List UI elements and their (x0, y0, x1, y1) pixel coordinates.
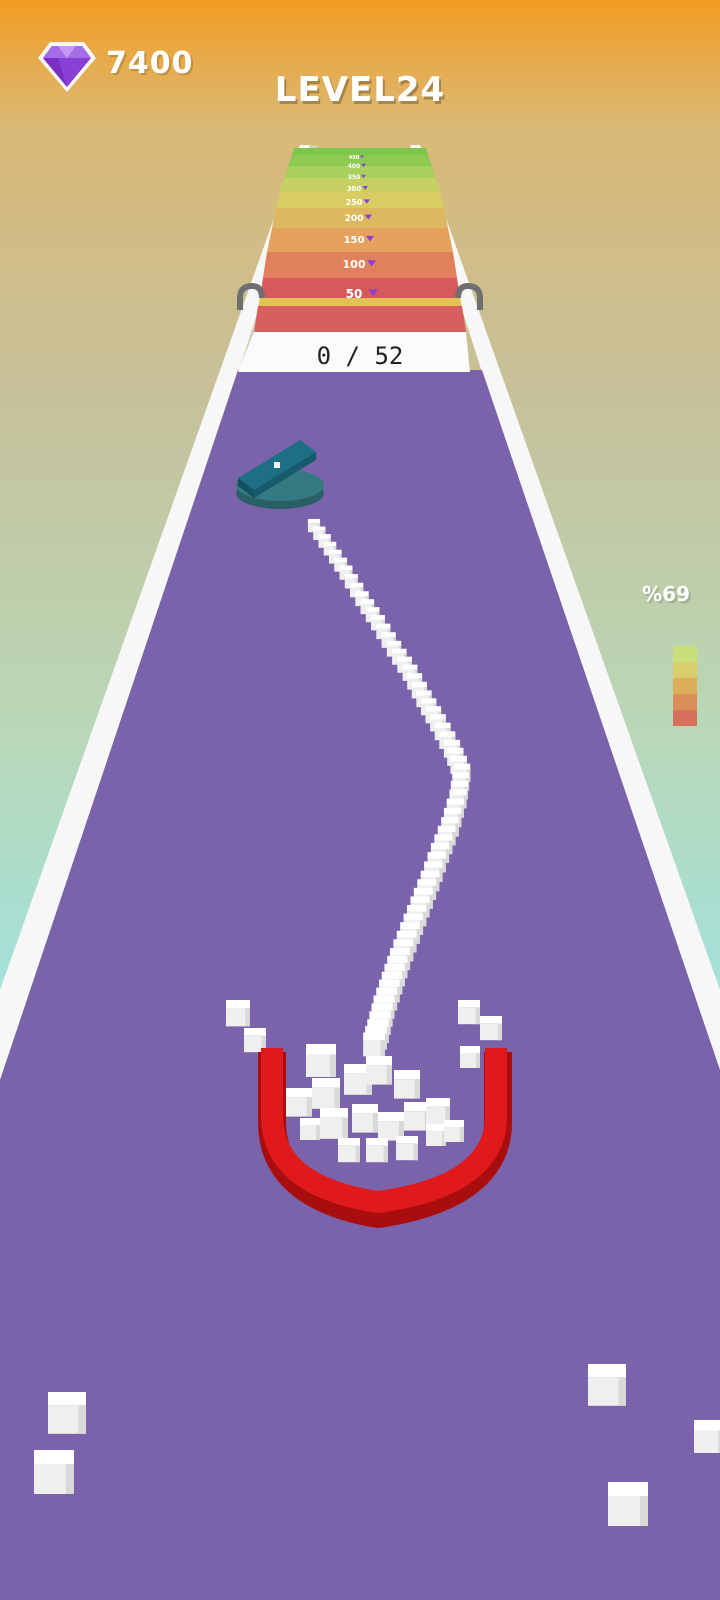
collected-cube (426, 1124, 446, 1146)
collected-cube (312, 1078, 340, 1109)
finish-label: 200 (345, 214, 364, 224)
loose-cube (694, 1420, 720, 1453)
game-scene[interactable]: 50 100 150 200 250 300 350 400 450 7400 … (0, 0, 720, 1600)
loose-cube (226, 1000, 250, 1027)
collected-cube (394, 1070, 420, 1099)
track-surface (0, 370, 720, 1600)
level-title: LEVEL24 (274, 70, 446, 110)
loose-cube (34, 1450, 74, 1494)
loose-cube (48, 1392, 86, 1434)
finish-label: 450 (349, 155, 360, 161)
progress-percent: %69 (642, 582, 690, 606)
track-world: 50 100 150 200 250 300 350 400 450 (0, 145, 720, 1600)
collected-cube (286, 1088, 312, 1117)
loose-cube (460, 1046, 480, 1068)
meter-segment (673, 694, 697, 710)
meter-segment (673, 662, 697, 678)
collected-cube (306, 1044, 336, 1077)
collected-cube (338, 1138, 360, 1163)
finish-label: 400 (348, 163, 361, 170)
finish-label: 350 (348, 174, 361, 181)
collected-cube (444, 1120, 464, 1142)
progress-meter (673, 646, 697, 728)
collected-cube (300, 1118, 320, 1140)
loose-cube (480, 1016, 502, 1041)
meter-segment (673, 710, 697, 726)
collected-cube (366, 1056, 392, 1085)
meter-segment (673, 678, 697, 694)
finish-label: 150 (344, 235, 365, 246)
chain-cube (363, 1032, 385, 1057)
collected-cube (320, 1108, 348, 1139)
cube-counter: 0 / 52 (316, 342, 404, 370)
collected-cube (366, 1138, 388, 1163)
finish-label: 250 (346, 198, 363, 207)
loose-cube (458, 1000, 480, 1025)
finish-label: 100 (343, 258, 366, 271)
collected-cube (396, 1136, 418, 1161)
loose-cube (588, 1364, 626, 1406)
finish-label: 50 (346, 287, 363, 301)
loose-cube (608, 1482, 648, 1526)
collected-cube (352, 1104, 378, 1133)
meter-segment (673, 646, 697, 662)
finish-label: 300 (347, 185, 362, 193)
